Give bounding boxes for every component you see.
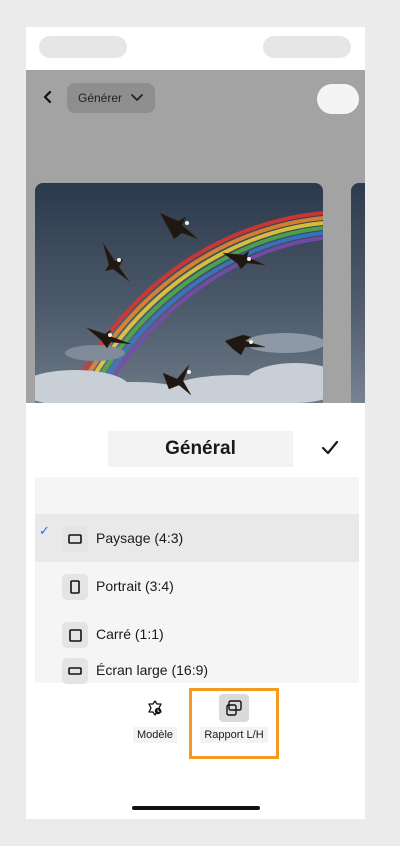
preview-area: Générer (26, 70, 365, 403)
status-placeholder-left (39, 36, 127, 58)
selected-check-icon: ✓ (39, 523, 50, 538)
aspect-options-list: ✓ Paysage (4:3) Portrait (3:4) Carré (1:… (35, 477, 359, 684)
status-placeholder-right (263, 36, 351, 58)
option-label: Portrait (3:4) (96, 578, 174, 594)
option-label: Paysage (4:3) (96, 530, 184, 546)
highlight-box (189, 688, 279, 759)
home-indicator[interactable] (132, 806, 260, 810)
chevron-left-icon (43, 91, 52, 103)
back-button[interactable] (40, 86, 56, 108)
option-label: Écran large (16:9) (96, 662, 209, 678)
checkmark-icon[interactable] (320, 438, 340, 458)
generate-label: Générer (78, 91, 123, 105)
model-label: Modèle (132, 727, 178, 743)
widescreen-rect-icon (62, 658, 88, 684)
square-icon (62, 622, 88, 648)
option-carre[interactable]: Carré (1:1) (35, 610, 359, 658)
option-ecran-large[interactable]: Écran large (16:9) (35, 658, 359, 684)
eagles-rainbow-image (35, 183, 323, 403)
generate-dropdown[interactable]: Générer (67, 83, 155, 113)
toggle-pill[interactable] (317, 84, 359, 114)
portrait-rect-icon (62, 574, 88, 600)
sheet-header: Général (26, 403, 365, 475)
generated-image[interactable] (35, 183, 323, 403)
landscape-rect-icon (62, 526, 88, 552)
option-label: Carré (1:1) (96, 626, 164, 642)
model-tool-button[interactable]: Modèle (129, 694, 181, 746)
next-image-peek[interactable] (351, 183, 365, 403)
chevron-down-icon (131, 94, 143, 101)
sheet-title: Général (108, 431, 293, 467)
option-portrait[interactable]: Portrait (3:4) (35, 562, 359, 610)
option-paysage[interactable]: ✓ Paysage (4:3) (35, 514, 359, 562)
model-settings-icon (140, 694, 170, 722)
status-bar (26, 27, 365, 70)
